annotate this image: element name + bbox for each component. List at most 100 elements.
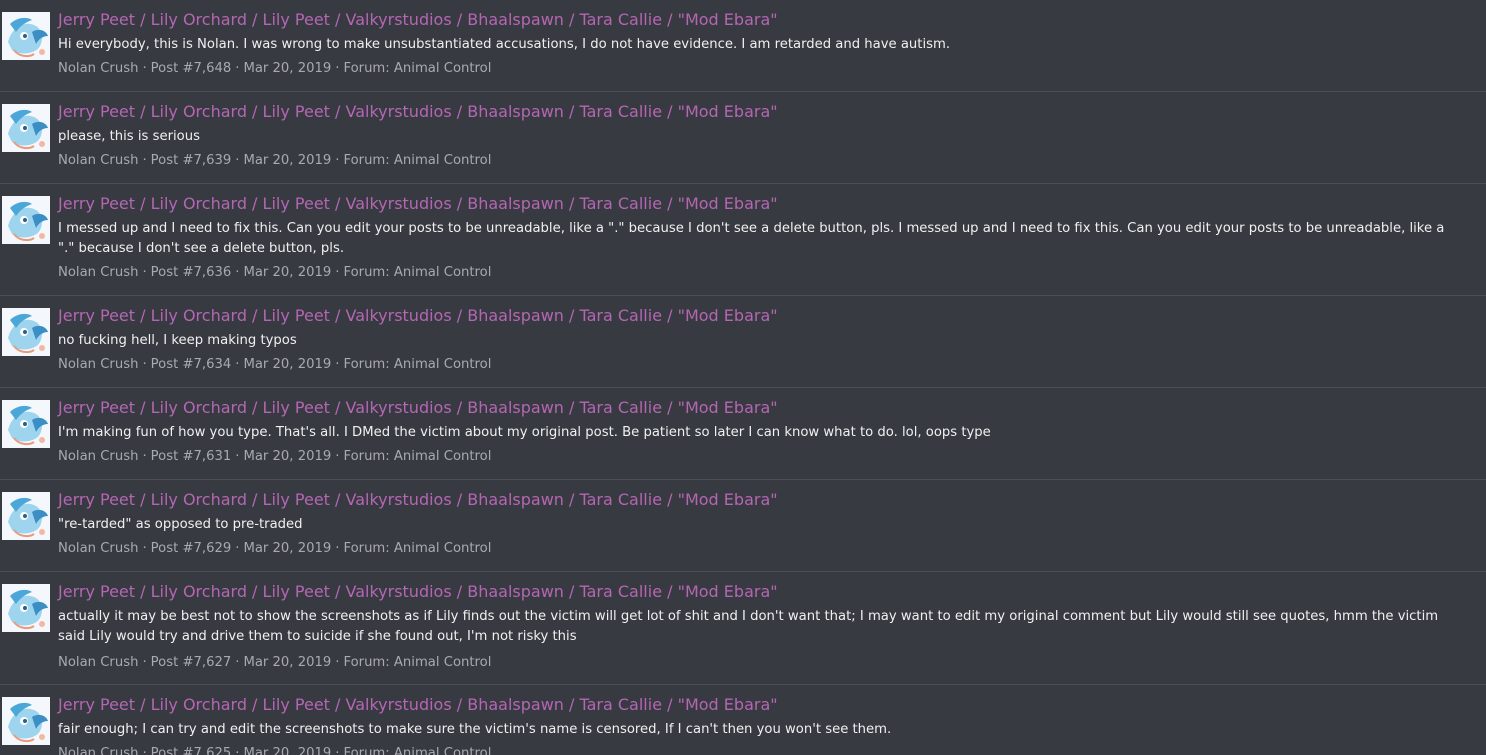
avatar[interactable] [2, 104, 50, 152]
result-author-link[interactable]: Nolan Crush [58, 746, 138, 755]
result-post-number: Post #7,627 [150, 655, 232, 670]
avatar[interactable] [2, 400, 50, 448]
result-date: Mar 20, 2019 [243, 746, 332, 755]
avatar[interactable] [2, 492, 50, 540]
result-post-number: Post #7,636 [150, 265, 232, 280]
avatar-pony-icon [2, 697, 50, 745]
meta-separator: · [235, 655, 240, 670]
avatar-pony-icon [2, 400, 50, 448]
result-snippet: no fucking hell, I keep making typos [58, 333, 297, 348]
result-meta: Nolan Crush · Post #7,629 · Mar 20, 2019 · For… [58, 539, 491, 559]
search-result-item: Jerry Peet / Lily Orchard / Lily Peet / … [0, 388, 1486, 480]
meta-separator: · [335, 449, 340, 464]
result-post-number: Post #7,639 [150, 153, 232, 168]
result-snippet: "re-tarded" as opposed to pre-traded [58, 517, 303, 532]
result-meta: Nolan Crush · Post #7,627 · Mar 20, 2019 · For… [58, 653, 491, 673]
result-meta: Nolan Crush · Post #7,634 · Mar 20, 2019 · For… [58, 355, 491, 375]
result-date: Mar 20, 2019 [243, 265, 332, 280]
result-meta: Nolan Crush · Post #7,631 · Mar 20, 2019 · For… [58, 447, 491, 467]
meta-separator: · [142, 265, 147, 280]
result-author-link[interactable]: Nolan Crush [58, 541, 138, 556]
meta-separator: · [335, 61, 340, 76]
meta-separator: · [235, 61, 240, 76]
result-author-link[interactable]: Nolan Crush [58, 153, 138, 168]
meta-separator: · [235, 541, 240, 556]
result-meta: Nolan Crush · Post #7,639 · Mar 20, 2019 · For… [58, 151, 491, 171]
meta-separator: · [235, 746, 240, 755]
result-meta: Nolan Crush · Post #7,625 · Mar 20, 2019 · For… [58, 744, 491, 755]
result-post-number: Post #7,625 [150, 746, 232, 755]
result-thread-title[interactable]: Jerry Peet / Lily Orchard / Lily Peet / … [58, 193, 778, 215]
result-date: Mar 20, 2019 [243, 153, 332, 168]
result-date: Mar 20, 2019 [243, 449, 332, 464]
avatar-pony-icon [2, 196, 50, 244]
result-author-link[interactable]: Nolan Crush [58, 655, 138, 670]
result-snippet: I messed up and I need to fix this. Can … [58, 221, 1445, 256]
avatar[interactable] [2, 697, 50, 745]
result-thread-title[interactable]: Jerry Peet / Lily Orchard / Lily Peet / … [58, 489, 778, 511]
meta-separator: · [142, 61, 147, 76]
result-thread-title[interactable]: Jerry Peet / Lily Orchard / Lily Peet / … [58, 694, 778, 716]
result-thread-title[interactable]: Jerry Peet / Lily Orchard / Lily Peet / … [58, 397, 778, 419]
result-forum-link[interactable]: Forum: Animal Control [343, 746, 491, 755]
meta-separator: · [335, 357, 340, 372]
search-result-item: Jerry Peet / Lily Orchard / Lily Peet / … [0, 92, 1486, 184]
meta-separator: · [142, 746, 147, 755]
result-forum-link[interactable]: Forum: Animal Control [343, 265, 491, 280]
result-author-link[interactable]: Nolan Crush [58, 265, 138, 280]
result-forum-link[interactable]: Forum: Animal Control [343, 153, 491, 168]
result-thread-title[interactable]: Jerry Peet / Lily Orchard / Lily Peet / … [58, 581, 778, 603]
search-results-list: Jerry Peet / Lily Orchard / Lily Peet / … [0, 0, 1486, 755]
result-thread-title[interactable]: Jerry Peet / Lily Orchard / Lily Peet / … [58, 305, 778, 327]
result-thread-title[interactable]: Jerry Peet / Lily Orchard / Lily Peet / … [58, 9, 778, 31]
result-post-number: Post #7,631 [150, 449, 232, 464]
avatar[interactable] [2, 584, 50, 632]
result-meta: Nolan Crush · Post #7,636 · Mar 20, 2019 · For… [58, 263, 491, 283]
meta-separator: · [335, 541, 340, 556]
result-date: Mar 20, 2019 [243, 655, 332, 670]
result-forum-link[interactable]: Forum: Animal Control [343, 357, 491, 372]
meta-separator: · [335, 153, 340, 168]
result-post-number: Post #7,648 [150, 61, 232, 76]
meta-separator: · [235, 357, 240, 372]
result-date: Mar 20, 2019 [243, 357, 332, 372]
avatar-pony-icon [2, 104, 50, 152]
avatar-pony-icon [2, 308, 50, 356]
search-result-item: Jerry Peet / Lily Orchard / Lily Peet / … [0, 480, 1486, 572]
result-date: Mar 20, 2019 [243, 541, 332, 556]
result-snippet: Hi everybody, this is Nolan. I was wrong… [58, 37, 951, 52]
avatar-pony-icon [2, 492, 50, 540]
avatar[interactable] [2, 12, 50, 60]
avatar-pony-icon [2, 584, 50, 632]
result-forum-link[interactable]: Forum: Animal Control [343, 61, 491, 76]
meta-separator: · [142, 541, 147, 556]
meta-separator: · [142, 449, 147, 464]
meta-separator: · [335, 655, 340, 670]
result-author-link[interactable]: Nolan Crush [58, 61, 138, 76]
result-forum-link[interactable]: Forum: Animal Control [343, 655, 491, 670]
avatar[interactable] [2, 196, 50, 244]
meta-separator: · [335, 746, 340, 755]
avatar-pony-icon [2, 12, 50, 60]
result-date: Mar 20, 2019 [243, 61, 332, 76]
search-result-item: Jerry Peet / Lily Orchard / Lily Peet / … [0, 572, 1486, 685]
result-snippet: fair enough; I can try and edit the scre… [58, 722, 892, 737]
result-meta: Nolan Crush · Post #7,648 · Mar 20, 2019 · For… [58, 59, 491, 79]
search-result-item: Jerry Peet / Lily Orchard / Lily Peet / … [0, 184, 1486, 296]
meta-separator: · [142, 357, 147, 372]
result-forum-link[interactable]: Forum: Animal Control [343, 449, 491, 464]
result-author-link[interactable]: Nolan Crush [58, 357, 138, 372]
result-thread-title[interactable]: Jerry Peet / Lily Orchard / Lily Peet / … [58, 101, 778, 123]
result-post-number: Post #7,634 [150, 357, 232, 372]
result-forum-link[interactable]: Forum: Animal Control [343, 541, 491, 556]
meta-separator: · [235, 265, 240, 280]
search-result-item: Jerry Peet / Lily Orchard / Lily Peet / … [0, 0, 1486, 92]
meta-separator: · [142, 655, 147, 670]
result-author-link[interactable]: Nolan Crush [58, 449, 138, 464]
result-snippet: please, this is serious [58, 129, 200, 144]
meta-separator: · [142, 153, 147, 168]
avatar[interactable] [2, 308, 50, 356]
meta-separator: · [335, 265, 340, 280]
search-result-item: Jerry Peet / Lily Orchard / Lily Peet / … [0, 685, 1486, 755]
meta-separator: · [235, 449, 240, 464]
